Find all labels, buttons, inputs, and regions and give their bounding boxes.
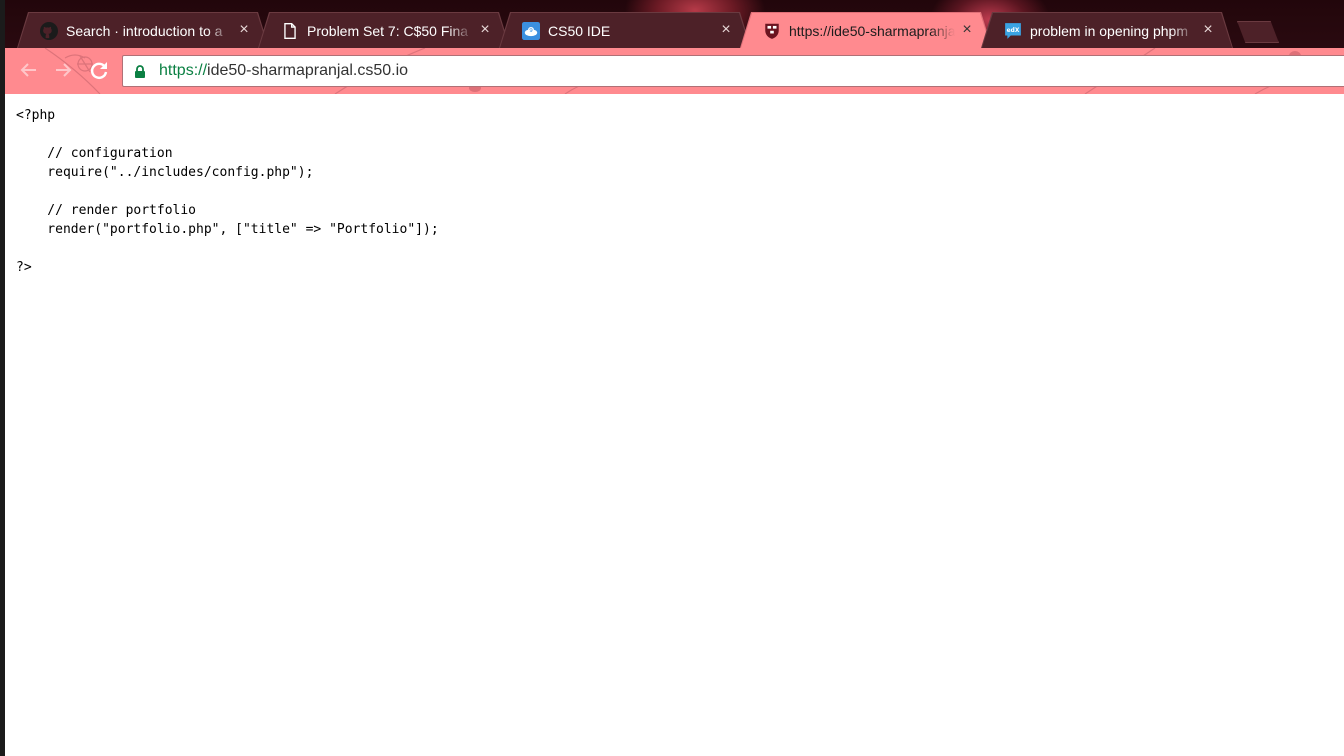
lock-icon: [134, 65, 146, 78]
forward-arrow-icon: [56, 63, 72, 77]
code-line: render("portfolio.php", ["title" => "Por…: [16, 222, 439, 237]
svg-text:9: 9: [529, 28, 533, 34]
reload-button[interactable]: [87, 58, 111, 82]
tab-edx-problem[interactable]: edX problem in opening phpm ×: [982, 13, 1232, 48]
new-tab-icon: [1237, 21, 1279, 43]
page-content: <?php // configuration require("../inclu…: [5, 94, 1344, 756]
tab-title: Problem Set 7: C$50 Fina: [307, 23, 469, 39]
php-source-text: <?php // configuration require("../inclu…: [16, 106, 439, 277]
new-tab-button[interactable]: [1237, 21, 1279, 43]
tab-title: https://ide50-sharmapranjal: [789, 23, 955, 39]
back-button[interactable]: [17, 58, 41, 82]
url-text[interactable]: https://ide50-sharmapranjal.cs50.io: [159, 62, 408, 80]
forward-button[interactable]: [51, 58, 75, 82]
tab-strip: Search · introduction to a × Problem Set…: [5, 0, 1344, 48]
code-line: <?php: [16, 108, 56, 123]
close-tab-icon[interactable]: ×: [236, 22, 252, 38]
tab-problem-set-7[interactable]: Problem Set 7: C$50 Fina ×: [259, 13, 509, 48]
cloud9-icon: 9: [522, 22, 540, 40]
github-icon: [40, 22, 58, 40]
tab-title: problem in opening phpm: [1030, 23, 1188, 39]
close-tab-icon[interactable]: ×: [1200, 22, 1216, 38]
tab-title: Search · introduction to a: [66, 23, 223, 39]
tab-ide50-url-active[interactable]: https://ide50-sharmapranjal ×: [741, 13, 991, 48]
close-tab-icon[interactable]: ×: [959, 22, 975, 38]
close-tab-icon[interactable]: ×: [718, 22, 734, 38]
code-line: require("../includes/config.php");: [16, 165, 314, 180]
svg-text:edX: edX: [1007, 28, 1020, 34]
harvard-shield-icon: [763, 22, 781, 40]
close-tab-icon[interactable]: ×: [477, 22, 493, 38]
code-line: // configuration: [16, 146, 173, 161]
tab-title: CS50 IDE: [548, 23, 611, 39]
tab-cs50-ide[interactable]: 9 CS50 IDE ×: [500, 13, 750, 48]
back-arrow-icon: [20, 63, 36, 77]
url-host: ide50-sharmapranjal.cs50.io: [207, 62, 409, 79]
url-scheme: https://: [159, 62, 208, 79]
code-line: // render portfolio: [16, 203, 197, 218]
reload-icon: [90, 62, 108, 79]
document-icon: [281, 22, 299, 40]
edx-icon: edX: [1004, 22, 1022, 40]
browser-toolbar: https://ide50-sharmapranjal.cs50.io: [5, 48, 1344, 94]
address-bar[interactable]: https://ide50-sharmapranjal.cs50.io: [122, 55, 1344, 87]
tab-github-search[interactable]: Search · introduction to a ×: [18, 13, 268, 48]
code-line: ?>: [16, 260, 32, 275]
